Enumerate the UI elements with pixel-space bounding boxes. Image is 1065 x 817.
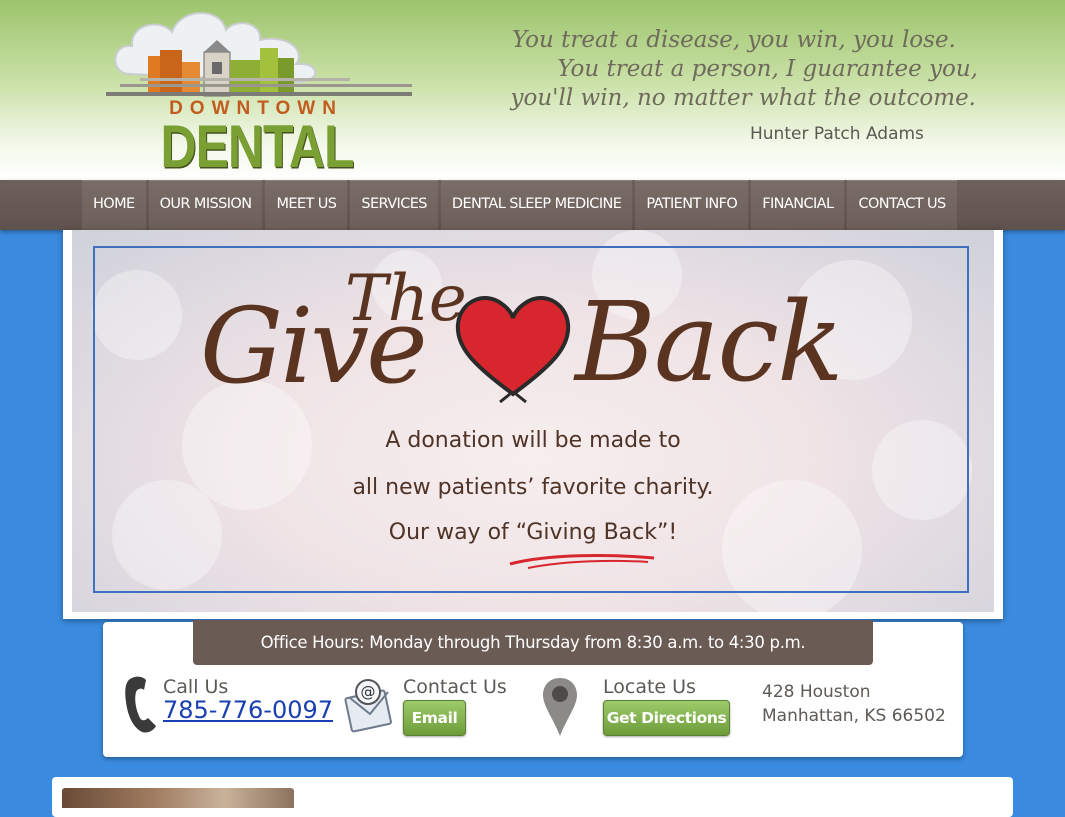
nav-item-contact-us[interactable]: CONTACT US bbox=[847, 180, 957, 230]
map-pin-icon bbox=[543, 678, 577, 736]
banner-text-line-3: Our way of “Giving Back”! bbox=[388, 520, 678, 545]
get-directions-button[interactable]: Get Directions bbox=[603, 700, 730, 736]
quote-author: Hunter Patch Adams bbox=[750, 124, 924, 144]
office-hours-bar: Office Hours: Monday through Thursday fr… bbox=[193, 620, 873, 665]
svg-text:@: @ bbox=[361, 683, 376, 701]
phone-number-link[interactable]: 785-776-0097 bbox=[163, 696, 333, 724]
address-line-2: Manhattan, KS 66502 bbox=[762, 706, 946, 726]
nav-item-financial[interactable]: FINANCIAL bbox=[751, 180, 845, 230]
nav-item-patient-info[interactable]: PATIENT INFO bbox=[635, 180, 749, 230]
nav-item-services[interactable]: SERVICES bbox=[350, 180, 438, 230]
staff-photo bbox=[62, 788, 294, 808]
address-line-1: 428 Houston bbox=[762, 682, 871, 702]
quote-line-1: You treat a disease, you win, you lose. bbox=[512, 27, 956, 53]
red-underline-swash bbox=[509, 554, 655, 569]
nav-item-meet-us[interactable]: MEET US bbox=[265, 180, 348, 230]
nav-item-dental-sleep-medicine[interactable]: DENTAL SLEEP MEDICINE bbox=[440, 180, 633, 230]
nav-item-home[interactable]: HOME bbox=[82, 180, 146, 230]
banner-title-give: Give bbox=[200, 285, 428, 407]
nav-item-our-mission[interactable]: OUR MISSION bbox=[148, 180, 263, 230]
header-quote: You treat a disease, you win, you lose. … bbox=[470, 26, 980, 113]
office-address: 428 Houston Manhattan, KS 66502 bbox=[762, 680, 946, 728]
email-envelope-icon: @ bbox=[344, 679, 392, 733]
heart-icon bbox=[455, 296, 571, 404]
main-content-card bbox=[324, 777, 1013, 817]
quote-line-2: You treat a person, I guarantee you, bbox=[557, 56, 978, 82]
email-button[interactable]: Email bbox=[403, 700, 466, 736]
contact-us-label: Contact Us bbox=[403, 676, 507, 698]
main-nav: HOME OUR MISSION MEET US SERVICES DENTAL… bbox=[0, 180, 1065, 230]
banner-text-line-2: all new patients’ favorite charity. bbox=[352, 475, 714, 500]
locate-us-label: Locate Us bbox=[603, 676, 696, 698]
banner-text-line-1: A donation will be made to bbox=[385, 428, 681, 453]
quote-line-3: you'll win, no matter what the outcome. bbox=[510, 85, 976, 111]
sidebar-card bbox=[52, 777, 334, 817]
call-us-label: Call Us bbox=[163, 676, 229, 698]
site-header: DOWNTOWN DENTAL GROUP You treat a diseas… bbox=[0, 0, 1065, 250]
phone-icon bbox=[125, 676, 156, 733]
banner-title-back: Back bbox=[575, 278, 844, 406]
